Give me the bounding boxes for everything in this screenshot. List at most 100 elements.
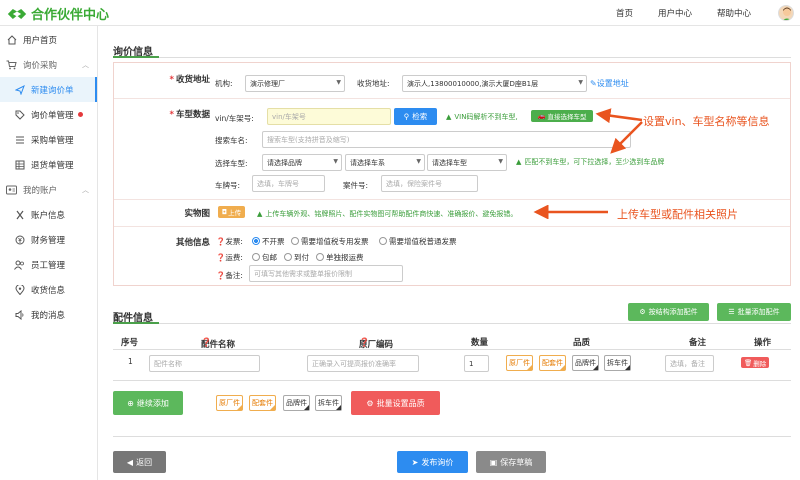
photo-hint: ▲ 上传车辆外观、铭牌照片、配件实物图可帮助配件商快速、准确报价、避免报错。 xyxy=(257,210,518,218)
invoice-option-special[interactable]: 需要增值税专用发票 xyxy=(291,236,369,247)
batch-quality-oem[interactable]: 原厂件 xyxy=(216,395,243,411)
org-label: 机构: xyxy=(215,79,233,88)
save-draft-button[interactable]: ▣ 保存草稿 xyxy=(476,451,546,473)
quantity-input[interactable]: 1 xyxy=(464,355,489,372)
sidebar-item-staff[interactable]: 员工管理 xyxy=(0,252,97,277)
edit-icon: ✎ xyxy=(590,79,597,88)
sidebar-item-label: 我的账户 xyxy=(23,185,58,196)
sidebar-group-account[interactable]: 我的账户 ︿ xyxy=(0,177,97,202)
choose-model-hint: ▲ 匹配不到车型，可下拉选择，至少选到车品牌 xyxy=(516,158,665,166)
sidebar-item-shipping-info[interactable]: 收货信息 xyxy=(0,277,97,302)
plate-input[interactable]: 选填，车牌号 xyxy=(252,175,325,192)
sidebar-item-purchase-manage[interactable]: 采购单管理 xyxy=(0,127,97,152)
col-action: 操作 xyxy=(754,338,772,348)
quality-tag-brand[interactable]: 品牌件 xyxy=(572,355,599,371)
check-corner-icon xyxy=(527,365,532,370)
brand-logo[interactable]: 合作伙伴中心 xyxy=(7,4,109,23)
series-select[interactable]: 请选择车系 ▼ xyxy=(345,154,425,171)
nav-user-center[interactable]: 用户中心 xyxy=(658,7,692,19)
part-name-input[interactable]: 配件名称 xyxy=(149,355,260,372)
freight-option-free[interactable]: 包邮 xyxy=(252,252,277,263)
upload-photo-button[interactable]: ◘ 上传 xyxy=(218,206,245,218)
caret-down-icon: ▼ xyxy=(416,158,421,165)
sidebar-item-label: 员工管理 xyxy=(31,260,66,271)
note-cell-input[interactable]: 选填，备注 xyxy=(665,355,714,372)
search-model-label: 搜索车名: xyxy=(215,136,248,145)
select-model-button[interactable]: 🚗 直接选择车型 xyxy=(531,110,593,122)
question-icon: ❓ xyxy=(216,237,226,246)
sidebar-item-finance[interactable]: 财务管理 xyxy=(0,227,97,252)
shipping-address-label: 收货地址: xyxy=(357,79,390,88)
batch-add-button[interactable]: ☰ 批量添加配件 xyxy=(717,303,791,321)
check-corner-icon xyxy=(237,405,242,410)
back-button[interactable]: ◀ 返回 xyxy=(113,451,166,473)
set-address-link[interactable]: ✎设置地址 xyxy=(590,78,629,89)
caret-down-icon: ▼ xyxy=(336,79,341,86)
sidebar-group-purchase[interactable]: 询价采购 ︿ xyxy=(0,52,97,77)
model-select[interactable]: 请选择车型 ▼ xyxy=(427,154,507,171)
sidebar-item-label: 采购单管理 xyxy=(31,135,74,146)
batch-quality-used[interactable]: 拆车件 xyxy=(315,395,342,411)
nav-help-center[interactable]: 帮助中心 xyxy=(717,7,751,19)
case-label: 案件号: xyxy=(343,181,369,190)
sidebar-item-messages[interactable]: 我的消息 xyxy=(0,302,97,327)
search-model-input[interactable]: 搜索车型(支持拼音及缩写) xyxy=(262,131,631,148)
caret-down-icon: ▼ xyxy=(578,79,583,86)
quality-tag-used[interactable]: 拆车件 xyxy=(604,355,631,371)
quality-tag-oes[interactable]: 配套件 xyxy=(539,355,566,371)
note-label: ❓备注: xyxy=(216,271,243,280)
camera-icon: ◘ xyxy=(221,208,228,216)
divider xyxy=(114,199,790,200)
vin-search-button[interactable]: ⚲ 检索 xyxy=(394,108,437,125)
add-by-structure-button[interactable]: ⚙ 按结构添加配件 xyxy=(628,303,709,321)
invoice-option-normal[interactable]: 需要增值税普通发票 xyxy=(379,236,457,247)
sidebar-item-home[interactable]: 用户首页 xyxy=(0,27,97,52)
choose-model-label: 选择车型: xyxy=(215,159,248,168)
batch-quality-oes[interactable]: 配套件 xyxy=(249,395,276,411)
warning-icon: ▲ xyxy=(257,210,263,218)
plus-circle-icon: ⊕ xyxy=(127,398,134,408)
radio-icon xyxy=(379,237,387,245)
freight-option-collect[interactable]: 到付 xyxy=(284,252,309,263)
question-icon: ❓ xyxy=(216,271,226,280)
sidebar-item-inquiry-manage[interactable]: 询价单管理 xyxy=(0,102,97,127)
annotation-arrow-photo xyxy=(533,205,608,219)
brand-select[interactable]: 请选择品牌 ▼ xyxy=(262,154,342,171)
home-icon xyxy=(6,34,17,45)
warning-icon: ▲ xyxy=(516,158,522,166)
nav-home[interactable]: 首页 xyxy=(616,7,633,19)
invoice-option-none[interactable]: 不开票 xyxy=(252,236,285,247)
batch-set-quality-button[interactable]: ⚙ 批量设置品质 xyxy=(351,391,440,415)
divider xyxy=(113,323,791,324)
sidebar-item-new-inquiry[interactable]: 新建询价单 xyxy=(0,77,97,102)
freight-label: ❓运费: xyxy=(216,253,243,262)
caret-down-icon: ▼ xyxy=(333,158,338,165)
vin-label: vin/车架号: xyxy=(215,114,254,123)
delete-row-button[interactable]: 🗑 删除 xyxy=(741,357,770,368)
continue-add-button[interactable]: ⊕ 继续添加 xyxy=(113,391,183,415)
sidebar-item-label: 询价采购 xyxy=(23,60,58,71)
check-corner-icon xyxy=(336,405,341,410)
top-bar: 合作伙伴中心 首页 用户中心 帮助中心 xyxy=(0,0,800,26)
vin-input[interactable]: vin/车架号 xyxy=(267,108,391,125)
publish-inquiry-button[interactable]: ➤ 发布询价 xyxy=(397,451,468,473)
avatar[interactable] xyxy=(778,5,794,21)
divider xyxy=(113,436,791,437)
oem-code-input[interactable]: 正确录入可提高报价准确率 xyxy=(307,355,419,372)
sidebar-item-label: 用户首页 xyxy=(23,35,58,46)
check-corner-icon xyxy=(593,365,598,370)
note-input[interactable]: 可填写其他需求或整单报价限制 xyxy=(249,265,403,282)
sidebar-item-account-info[interactable]: 账户信息 xyxy=(0,202,97,227)
sidebar-item-return-manage[interactable]: 退货单管理 xyxy=(0,152,97,177)
quality-tag-oem[interactable]: 原厂件 xyxy=(506,355,533,371)
other-info-label: 其他信息 xyxy=(175,238,210,248)
case-input[interactable]: 选填，保险案件号 xyxy=(381,175,478,192)
title-underline xyxy=(113,322,159,324)
chevron-up-icon: ︿ xyxy=(82,185,89,194)
freight-option-separate[interactable]: 单独报运费 xyxy=(316,252,364,263)
org-select[interactable]: 演示修理厂 ▼ xyxy=(245,75,345,92)
photo-label: 实物图 xyxy=(184,209,210,219)
batch-quality-brand[interactable]: 品牌件 xyxy=(283,395,310,411)
shipping-address-select[interactable]: 演示人,13800010000,演示大厦D座B1层 ▼ xyxy=(402,75,587,92)
parts-table-header: 序号 配件名称 ❓ 原厂编码 ❓ 数量 品质 备注 操作 xyxy=(113,334,791,350)
